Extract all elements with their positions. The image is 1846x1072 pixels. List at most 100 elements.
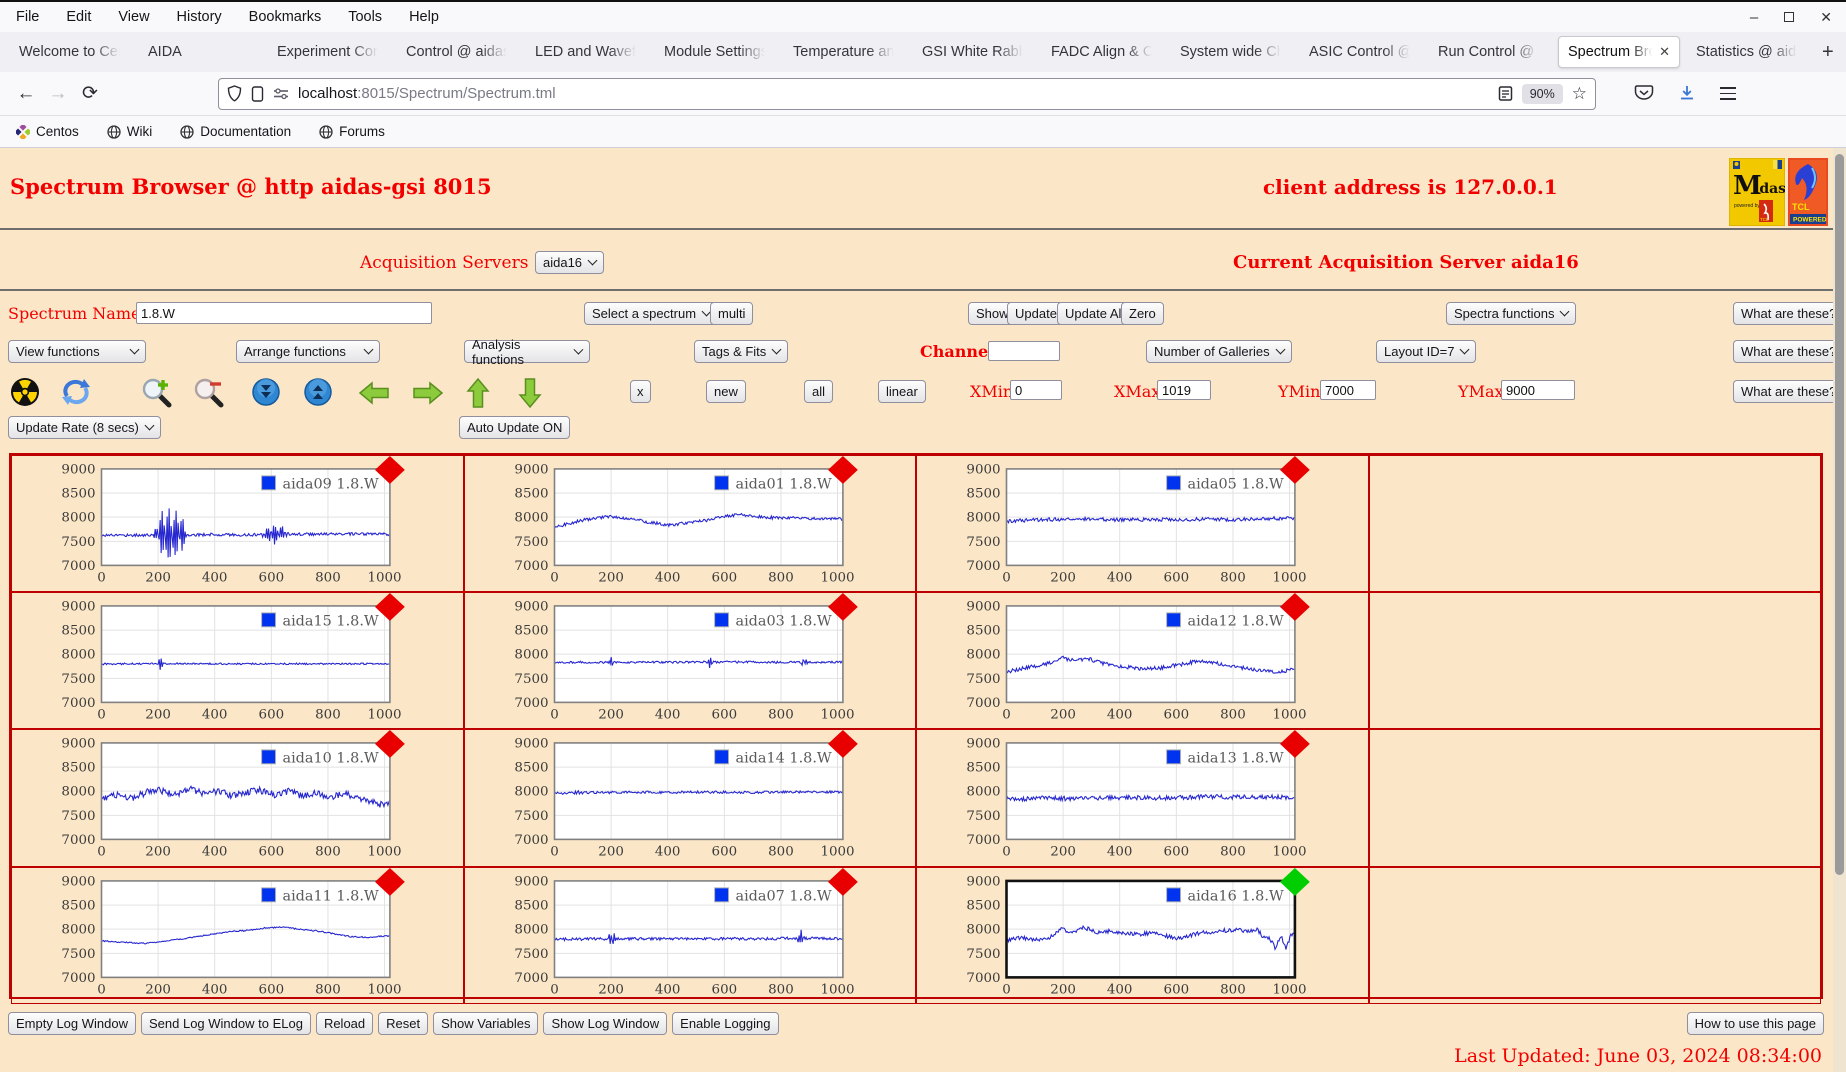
arrow-right-icon[interactable] xyxy=(412,381,444,405)
browser-tab-active[interactable]: Spectrum Brow✕ xyxy=(1558,36,1680,68)
arrow-down-icon[interactable] xyxy=(518,377,542,409)
new-tab-button[interactable]: + xyxy=(1822,41,1834,64)
arrow-up-icon[interactable] xyxy=(466,377,490,409)
spectrum-chart[interactable]: aida09 1.8.W 9000 8500 8000 7500 70000 200 400 6… xyxy=(12,456,463,591)
browser-tab[interactable]: Temperature and xyxy=(784,36,906,68)
zero-button[interactable]: Zero xyxy=(1121,302,1164,325)
show-variables-button[interactable]: Show Variables xyxy=(433,1012,539,1035)
gallery-cell-aida16[interactable]: aida16 1.8.W 9000 8500 8000 7500 7000 0 200 400 6… xyxy=(916,866,1369,1004)
page-scrollbar[interactable] xyxy=(1833,148,1846,1072)
spectrum-chart[interactable]: aida12 1.8.W 9000 8500 8000 7500 70000 200 400 6… xyxy=(917,593,1368,728)
channel-input[interactable] xyxy=(988,341,1060,361)
radiation-icon[interactable] xyxy=(10,377,40,407)
new-button[interactable]: new xyxy=(706,380,746,403)
pocket-icon[interactable] xyxy=(1634,84,1654,102)
gallery-cell-aida12[interactable]: aida12 1.8.W 9000 8500 8000 7500 7000 0 200 400 6… xyxy=(916,592,1369,730)
spectrum-chart[interactable]: aida13 1.8.W 9000 8500 8000 7500 70000 200 400 6… xyxy=(917,730,1368,865)
empty-log-window-button[interactable]: Empty Log Window xyxy=(8,1012,136,1035)
layout-id-dropdown[interactable]: Layout ID=7 xyxy=(1376,340,1477,363)
bookmark-star-icon[interactable]: ☆ xyxy=(1572,84,1587,104)
browser-tab[interactable]: Welcome to Cen xyxy=(10,36,132,68)
spectrum-chart[interactable]: aida05 1.8.W 9000 8500 8000 7500 70000 200 400 6… xyxy=(917,456,1368,591)
page-icon[interactable] xyxy=(251,85,264,102)
maximize-button[interactable] xyxy=(1784,12,1795,22)
number-of-galleries-dropdown[interactable]: Number of Galleries xyxy=(1146,340,1292,363)
send-log-window-to-elog-button[interactable]: Send Log Window to ELog xyxy=(141,1012,311,1035)
spectrum-chart[interactable]: aida03 1.8.W 9000 8500 8000 7500 70000 200 400 6… xyxy=(465,593,916,728)
arrange-functions-dropdown[interactable]: Arrange functions xyxy=(236,340,380,363)
acquisition-server-select[interactable]: aida16 xyxy=(535,251,605,274)
scrollbar-thumb[interactable] xyxy=(1835,154,1844,875)
reload-button[interactable]: Reload xyxy=(315,1012,374,1035)
ymax-input[interactable] xyxy=(1501,380,1575,400)
select-spectrum-dropdown[interactable]: Select a spectrum xyxy=(584,302,719,325)
browser-tab[interactable]: Statistics @ aida xyxy=(1687,36,1809,68)
bookmark-wiki[interactable]: Wiki xyxy=(107,124,152,139)
gallery-cell-aida09[interactable]: aida09 1.8.W 9000 8500 8000 7500 7000 0 200 400 6… xyxy=(11,455,464,593)
analysis-functions-dropdown[interactable]: Analysis functions xyxy=(464,337,590,367)
menu-help[interactable]: Help xyxy=(409,9,439,25)
browser-tab[interactable]: GSI White Rabbi xyxy=(913,36,1035,68)
spectrum-chart[interactable]: aida07 1.8.W 9000 8500 8000 7500 70000 200 400 6… xyxy=(465,867,916,1003)
spectra-functions-dropdown[interactable]: Spectra functions xyxy=(1446,302,1577,325)
gallery-cell-aida01[interactable]: aida01 1.8.W 9000 8500 8000 7500 7000 0 200 400 6… xyxy=(463,455,916,593)
close-button[interactable]: ✕ xyxy=(1820,9,1832,26)
download-icon[interactable] xyxy=(1678,84,1696,102)
gallery-cell-aida11[interactable]: aida11 1.8.W 9000 8500 8000 7500 7000 0 200 400 6… xyxy=(11,866,464,1004)
arrow-left-icon[interactable] xyxy=(358,381,390,405)
url-text[interactable]: localhost:8015/Spectrum/Spectrum.tml xyxy=(298,85,1489,102)
multi-button[interactable]: multi xyxy=(710,302,754,325)
browser-tab[interactable]: ASIC Control @ xyxy=(1300,36,1422,68)
zoom-level-badge[interactable]: 90% xyxy=(1521,83,1563,104)
permissions-icon[interactable] xyxy=(273,87,289,101)
what-are-these-button-3[interactable]: What are these? xyxy=(1733,380,1845,403)
bookmark-documentation[interactable]: Documentation xyxy=(180,124,291,139)
collapse-down-icon[interactable] xyxy=(251,377,281,407)
enable-logging-button[interactable]: Enable Logging xyxy=(672,1012,779,1035)
menu-file[interactable]: File xyxy=(16,9,39,25)
back-button[interactable]: ← xyxy=(10,78,42,110)
gallery-cell-aida10[interactable]: aida10 1.8.W 9000 8500 8000 7500 7000 0 200 400 6… xyxy=(11,729,464,867)
view-functions-dropdown[interactable]: View functions xyxy=(8,340,146,363)
how-to-use-button[interactable]: How to use this page xyxy=(1686,1012,1824,1035)
all-button[interactable]: all xyxy=(804,380,834,403)
gallery-cell-aida07[interactable]: aida07 1.8.W 9000 8500 8000 7500 7000 0 200 400 6… xyxy=(463,866,916,1004)
bookmark-centos[interactable]: Centos xyxy=(16,124,79,139)
gallery-cell-aida13[interactable]: aida13 1.8.W 9000 8500 8000 7500 7000 0 200 400 6… xyxy=(916,729,1369,867)
zoom-out-icon[interactable] xyxy=(193,377,225,409)
url-bar[interactable]: localhost:8015/Spectrum/Spectrum.tml 90%… xyxy=(218,77,1596,110)
browser-tab[interactable]: LED and Wavefo xyxy=(526,36,648,68)
browser-tab[interactable]: AIDA xyxy=(139,36,261,68)
linear-button[interactable]: linear xyxy=(878,380,926,403)
what-are-these-button-2[interactable]: What are these? xyxy=(1733,340,1845,363)
ymin-input[interactable] xyxy=(1320,380,1376,400)
refresh-icon[interactable] xyxy=(60,377,92,407)
zoom-in-icon[interactable] xyxy=(141,377,173,409)
gallery-cell-aida03[interactable]: aida03 1.8.W 9000 8500 8000 7500 7000 0 200 400 6… xyxy=(463,592,916,730)
menu-edit[interactable]: Edit xyxy=(66,9,91,25)
reload-button[interactable]: ⟳ xyxy=(74,78,106,110)
forward-button[interactable]: → xyxy=(42,78,74,110)
menu-hamburger-icon[interactable] xyxy=(1720,84,1736,103)
browser-tab[interactable]: Control @ aidas xyxy=(397,36,519,68)
shield-icon[interactable] xyxy=(227,85,242,102)
spectrum-chart[interactable]: aida01 1.8.W 9000 8500 8000 7500 70000 200 400 6… xyxy=(465,456,916,591)
update-rate-dropdown[interactable]: Update Rate (8 secs) xyxy=(8,416,161,439)
spectrum-chart[interactable]: aida11 1.8.W 9000 8500 8000 7500 70000 200 400 6… xyxy=(12,867,463,1003)
menu-history[interactable]: History xyxy=(177,9,222,25)
browser-tab[interactable]: Experiment Cont xyxy=(268,36,390,68)
browser-tab[interactable]: FADC Align & Co xyxy=(1042,36,1164,68)
spectrum-chart[interactable]: aida14 1.8.W 9000 8500 8000 7500 70000 200 400 6… xyxy=(465,730,916,865)
expand-up-icon[interactable] xyxy=(303,377,333,407)
spectrum-chart[interactable]: aida15 1.8.W 9000 8500 8000 7500 70000 200 400 6… xyxy=(12,593,463,728)
minimize-button[interactable]: – xyxy=(1750,9,1758,26)
bookmark-forums[interactable]: Forums xyxy=(319,124,385,139)
reader-mode-icon[interactable] xyxy=(1498,86,1513,101)
browser-tab[interactable]: Run Control @ a xyxy=(1429,36,1551,68)
menu-tools[interactable]: Tools xyxy=(348,9,382,25)
spectrum-chart[interactable]: aida10 1.8.W 9000 8500 8000 7500 70000 200 400 6… xyxy=(12,730,463,865)
xmin-input[interactable] xyxy=(1010,380,1062,400)
xmax-input[interactable] xyxy=(1157,380,1211,400)
gallery-cell-aida14[interactable]: aida14 1.8.W 9000 8500 8000 7500 7000 0 200 400 6… xyxy=(463,729,916,867)
reset-button[interactable]: Reset xyxy=(378,1012,429,1035)
